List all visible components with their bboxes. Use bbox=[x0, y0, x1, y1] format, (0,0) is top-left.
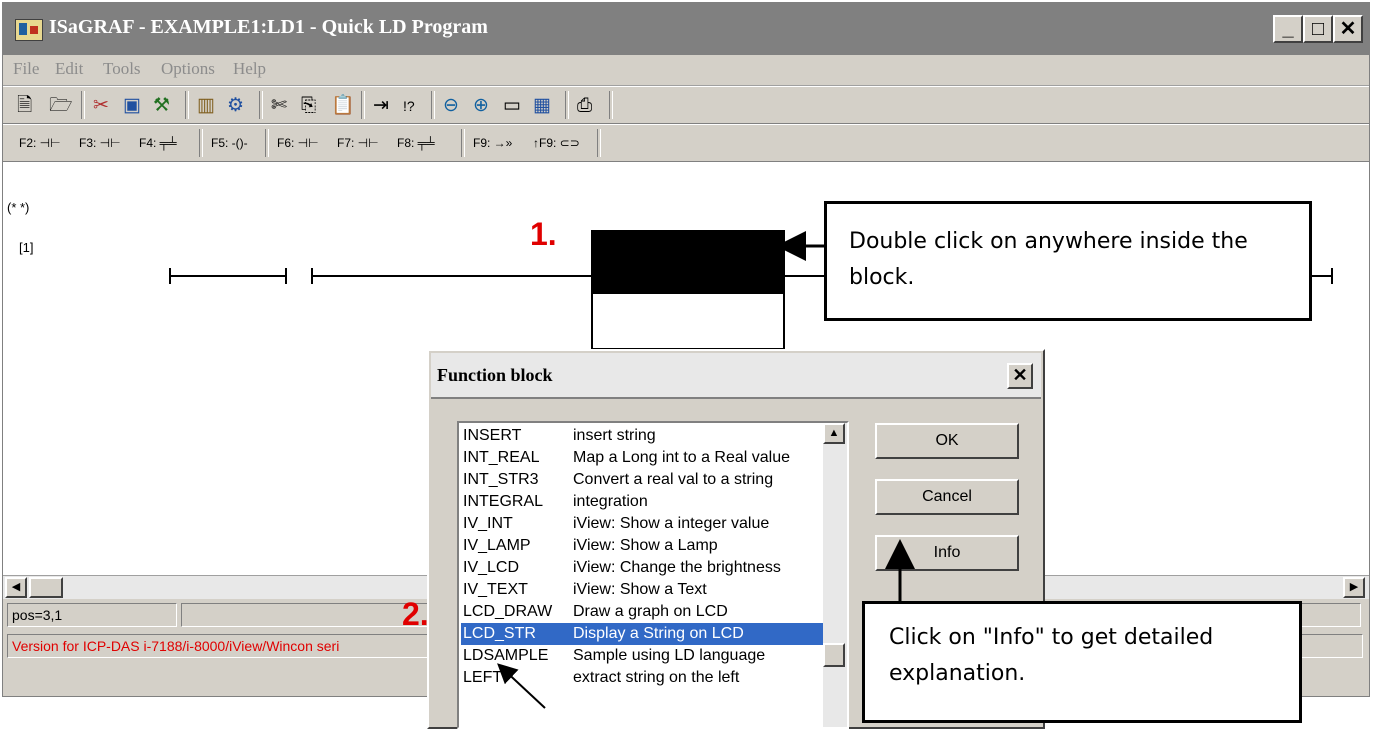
toolbar-separator bbox=[431, 91, 435, 119]
toolbar-separator bbox=[259, 91, 263, 119]
list-scroll-thumb[interactable] bbox=[823, 643, 845, 667]
info-callout: Click on "Info" to get detailed explanat… bbox=[862, 601, 1302, 723]
monitor-icon[interactable]: ▣ bbox=[123, 95, 141, 117]
list-item[interactable]: INTEGRAL integration bbox=[461, 491, 823, 513]
step-2-label: 2. bbox=[402, 596, 429, 632]
f5-coil-button[interactable]: F5: -()- bbox=[211, 136, 248, 150]
function-key-toolbar: F2: ⊣⊢ F3: ⊣⊢ F4: ╤╧ F5: -()- F6: ⊣⊢ F7:… bbox=[3, 124, 1369, 162]
compile-icon[interactable]: ⚙ bbox=[227, 95, 244, 117]
list-item[interactable]: INT_STR3 Convert a real val to a string bbox=[461, 469, 823, 491]
function-block-header bbox=[593, 232, 783, 294]
zoom-in-icon[interactable]: ⊕ bbox=[473, 95, 489, 117]
f7-contact-button[interactable]: F7: ⊣⊢ bbox=[337, 136, 379, 150]
toolbar-separator bbox=[185, 91, 189, 119]
list-item-selected[interactable]: LCD_STR Display a String on LCD bbox=[461, 623, 823, 645]
function-list[interactable]: INSERT insert string INT_REAL Map a Long i… bbox=[457, 421, 849, 729]
rung-number: [1] bbox=[19, 240, 34, 255]
shift-f9-return-button[interactable]: ↑F9: ⊂⊃ bbox=[533, 136, 580, 150]
rung-wire bbox=[1309, 275, 1333, 277]
f6-contact-button[interactable]: F6: ⊣⊢ bbox=[277, 136, 319, 150]
scroll-thumb[interactable] bbox=[29, 577, 63, 598]
scroll-up-icon[interactable]: ▲ bbox=[823, 423, 845, 444]
new-file-icon[interactable]: 🗎 bbox=[17, 95, 32, 117]
list-item[interactable]: IV_INT iView: Show a integer value bbox=[461, 513, 823, 535]
list-item[interactable]: IV_LCD iView: Change the brightness bbox=[461, 557, 823, 579]
menu-options[interactable]: Options bbox=[161, 59, 215, 79]
right-power-rail-tick bbox=[1331, 268, 1333, 284]
list-item[interactable]: LEFT extract string on the left bbox=[461, 667, 823, 689]
window-title: ISaGRAF - EXAMPLE1:LD1 - Quick LD Progra… bbox=[49, 16, 488, 38]
cut-contact-icon[interactable]: ✂ bbox=[93, 95, 109, 117]
toolbar-separator bbox=[597, 129, 601, 157]
close-button[interactable]: ✕ bbox=[1333, 15, 1363, 43]
list-item[interactable]: INT_REAL Map a Long int to a Real value bbox=[461, 447, 823, 469]
toolbar-separator bbox=[199, 129, 203, 157]
menu-tools[interactable]: Tools bbox=[103, 59, 141, 79]
minimize-button[interactable]: _ bbox=[1273, 15, 1303, 43]
library-icon[interactable]: ▥ bbox=[197, 95, 215, 117]
list-item[interactable]: IV_TEXT iView: Show a Text bbox=[461, 579, 823, 601]
menu-edit[interactable]: Edit bbox=[55, 59, 83, 79]
dialog-title-bar[interactable]: Function block ✕ bbox=[431, 353, 1041, 399]
isagraf-app-icon bbox=[15, 19, 43, 41]
rung-wire bbox=[311, 275, 591, 277]
paste-icon[interactable]: 📋 bbox=[331, 95, 355, 117]
step-1-label: 1. bbox=[530, 216, 557, 252]
list-vertical-scrollbar[interactable]: ▲ bbox=[823, 423, 847, 727]
f8-parallel-button[interactable]: F8: ╤╧ bbox=[397, 136, 435, 150]
print-icon[interactable]: ⎙ bbox=[577, 95, 592, 117]
rung-wire bbox=[169, 275, 287, 277]
f4-parallel-button[interactable]: F4: ╤╧ bbox=[139, 136, 177, 150]
position-indicator: pos=3,1 bbox=[7, 603, 177, 627]
toolbar-separator bbox=[265, 129, 269, 157]
toolbar-separator bbox=[81, 91, 85, 119]
menu-bar: File Edit Tools Options Help bbox=[3, 55, 1369, 86]
list-item[interactable]: LCD_DRAW Draw a graph on LCD bbox=[461, 601, 823, 623]
fit-icon[interactable]: ▭ bbox=[503, 95, 521, 117]
double-click-callout: Double click on anywhere inside the bloc… bbox=[824, 201, 1312, 321]
toolbar-separator bbox=[565, 91, 569, 119]
menu-help[interactable]: Help bbox=[233, 59, 266, 79]
f3-contact-button[interactable]: F3: ⊣⊢ bbox=[79, 136, 121, 150]
insert-icon[interactable]: ⇥ bbox=[373, 95, 389, 117]
toolbar-separator bbox=[361, 91, 365, 119]
function-block[interactable] bbox=[591, 230, 785, 350]
toolbar-separator bbox=[461, 129, 465, 157]
list-item[interactable]: IV_LAMP iView: Show a Lamp bbox=[461, 535, 823, 557]
f9-jump-button[interactable]: F9: →» bbox=[473, 136, 512, 150]
rung-comment: (* *) bbox=[7, 200, 30, 215]
scissors-icon[interactable]: ✄ bbox=[271, 95, 287, 117]
contact-left-bar bbox=[285, 268, 287, 284]
title-bar[interactable]: ISaGRAF - EXAMPLE1:LD1 - Quick LD Progra… bbox=[3, 3, 1369, 55]
variables-icon[interactable]: !? bbox=[403, 95, 415, 117]
open-icon[interactable]: 🗁 bbox=[49, 95, 73, 117]
ok-button[interactable]: OK bbox=[875, 423, 1019, 459]
scroll-left-icon[interactable]: ◀ bbox=[5, 577, 27, 598]
rung-wire bbox=[785, 275, 825, 277]
menu-file[interactable]: File bbox=[13, 59, 39, 79]
maximize-button[interactable]: □ bbox=[1303, 15, 1333, 43]
tool-icon[interactable]: ⚒ bbox=[153, 95, 170, 117]
info-button[interactable]: Info bbox=[875, 535, 1019, 571]
main-toolbar: 🗎 🗁 ✂ ▣ ⚒ ▥ ⚙ ✄ ⎘ 📋 ⇥ !? ⊖ ⊕ ▭ ▦ ⎙ bbox=[3, 86, 1369, 124]
list-item[interactable]: INSERT insert string bbox=[461, 425, 823, 447]
cancel-button[interactable]: Cancel bbox=[875, 479, 1019, 515]
dialog-title: Function block bbox=[437, 365, 553, 385]
zoom-out-icon[interactable]: ⊖ bbox=[443, 95, 459, 117]
scroll-right-icon[interactable]: ▶ bbox=[1343, 577, 1365, 598]
list-item[interactable]: LDSAMPLE Sample using LD language bbox=[461, 645, 823, 667]
f2-contact-button[interactable]: F2: ⊣⊢ bbox=[19, 136, 61, 150]
dialog-close-button[interactable]: ✕ bbox=[1007, 363, 1033, 389]
toolbar-separator bbox=[609, 91, 613, 119]
grid-icon[interactable]: ▦ bbox=[533, 95, 551, 117]
copy-icon[interactable]: ⎘ bbox=[301, 95, 316, 117]
